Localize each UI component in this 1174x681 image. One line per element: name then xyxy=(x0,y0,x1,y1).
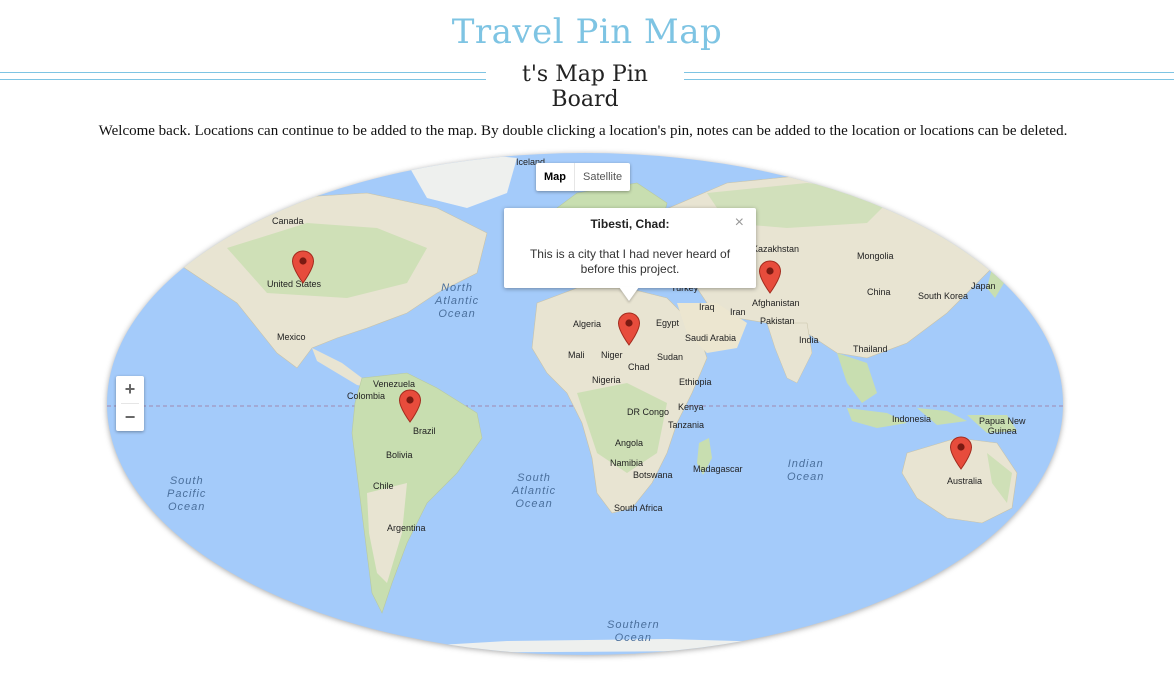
label-south-korea: South Korea xyxy=(918,291,969,301)
label-thailand: Thailand xyxy=(853,344,888,354)
label-china: China xyxy=(867,287,891,297)
label-bolivia: Bolivia xyxy=(386,450,413,460)
info-window-body: This is a city that I had never heard of… xyxy=(529,247,731,276)
label-mexico: Mexico xyxy=(277,332,306,342)
label-colombia: Colombia xyxy=(347,391,386,401)
map-type-map-button[interactable]: Map xyxy=(536,163,575,191)
label-brazil: Brazil xyxy=(413,426,436,436)
pin-tibesti-chad[interactable] xyxy=(617,312,641,346)
label-india: India xyxy=(799,335,819,345)
label-nigeria: Nigeria xyxy=(592,375,621,385)
title-divider-left xyxy=(0,72,486,80)
label-chad: Chad xyxy=(628,362,650,372)
pin-afghanistan[interactable] xyxy=(758,260,782,294)
label-argentina: Argentina xyxy=(387,523,426,533)
info-window-title: Tibesti, Chad: xyxy=(590,217,670,231)
label-algeria: Algeria xyxy=(573,319,602,329)
zoom-out-button[interactable]: − xyxy=(116,404,144,431)
label-mongolia: Mongolia xyxy=(857,251,894,261)
board-title: t's Map Pin Board xyxy=(522,62,648,112)
ocean-label-south-pacific: South Pacific Ocean xyxy=(167,475,207,513)
info-window: Tibesti, Chad: × This is a city that I h… xyxy=(504,208,756,288)
label-australia: Australia xyxy=(947,476,983,486)
pin-brazil[interactable] xyxy=(398,389,422,423)
info-window-tail xyxy=(619,287,639,301)
label-indonesia: Indonesia xyxy=(892,414,932,424)
app-title: Travel Pin Map xyxy=(451,12,723,52)
label-niger: Niger xyxy=(601,350,623,360)
zoom-in-button[interactable]: + xyxy=(116,376,144,403)
label-chile: Chile xyxy=(373,481,394,491)
label-iraq: Iraq xyxy=(699,302,715,312)
label-saudi-arabia: Saudi Arabia xyxy=(685,333,737,343)
map-type-control: Map Satellite xyxy=(536,163,631,191)
label-kenya: Kenya xyxy=(678,402,704,412)
label-kazakhstan: Kazakhstan xyxy=(752,244,800,254)
label-japan: Japan xyxy=(971,281,996,291)
ocean-label-indian: Indian Ocean xyxy=(787,458,825,483)
label-afghanistan: Afghanistan xyxy=(752,298,800,308)
label-tanzania: Tanzania xyxy=(668,420,705,430)
label-sudan: Sudan xyxy=(657,352,684,362)
pin-united-states[interactable] xyxy=(291,250,315,284)
label-ethiopia: Ethiopia xyxy=(679,377,712,387)
pin-australia[interactable] xyxy=(949,436,973,470)
label-egypt: Egypt xyxy=(656,318,680,328)
title-divider-right xyxy=(684,72,1174,80)
ocean-label-north-atlantic: North Atlantic Ocean xyxy=(435,282,480,320)
ocean-label-southern: Southern Ocean xyxy=(607,619,660,644)
label-botswana: Botswana xyxy=(633,470,673,480)
close-icon[interactable]: × xyxy=(735,214,744,232)
label-namibia: Namibia xyxy=(610,458,644,468)
label-canada: Canada xyxy=(272,216,304,226)
ocean-label-south-atlantic: South Atlantic Ocean xyxy=(512,472,557,510)
label-madagascar: Madagascar xyxy=(693,464,743,474)
label-papua-new-guinea: Papua New Guinea xyxy=(979,416,1026,436)
label-mali: Mali xyxy=(568,350,585,360)
label-venezuela: Venezuela xyxy=(373,379,416,389)
zoom-control: + − xyxy=(116,376,144,431)
map-type-satellite-button[interactable]: Satellite xyxy=(575,163,630,191)
label-south-africa: South Africa xyxy=(614,503,663,513)
label-dr-congo: DR Congo xyxy=(627,407,670,417)
label-iran: Iran xyxy=(730,307,746,317)
label-pakistan: Pakistan xyxy=(760,316,795,326)
welcome-text: Welcome back. Locations can continue to … xyxy=(98,123,1068,139)
label-angola: Angola xyxy=(615,438,644,448)
